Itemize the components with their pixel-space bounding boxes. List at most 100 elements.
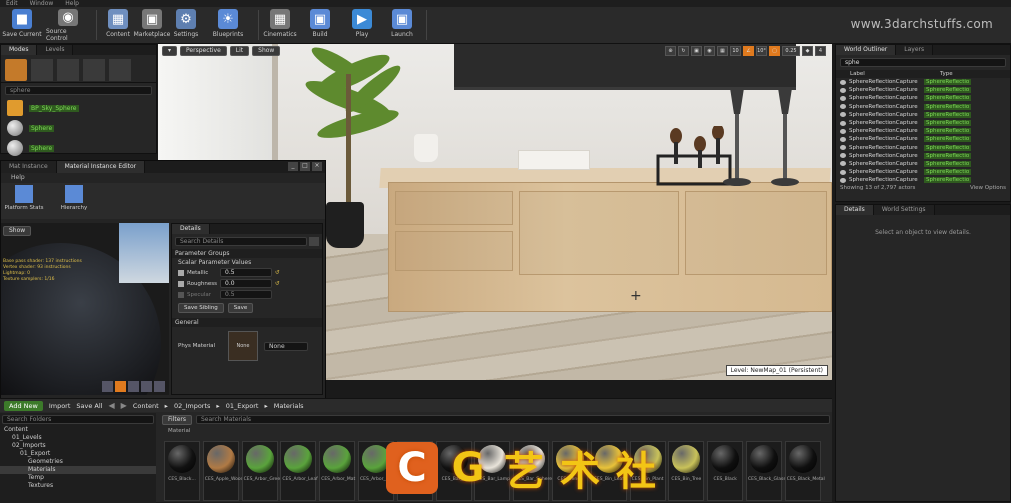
launch-button[interactable]: ▣ Launch xyxy=(380,9,424,42)
reset-icon[interactable]: ↺ xyxy=(275,270,280,276)
asset-tile[interactable]: CES_Arbor_Mat xyxy=(319,441,355,501)
list-item[interactable]: BP_Sky_Sphere xyxy=(1,98,156,118)
filters-button[interactable]: Filters xyxy=(162,415,192,425)
specular-value-input[interactable]: 0.5 xyxy=(220,290,272,299)
breadcrumb-content[interactable]: Content xyxy=(133,402,159,410)
col-type[interactable]: Type xyxy=(940,70,953,78)
sphere-icon[interactable] xyxy=(115,381,126,392)
save-sibling-button[interactable]: Save Sibling xyxy=(178,303,224,313)
eye-icon[interactable] xyxy=(840,120,846,126)
paint-mode-icon[interactable] xyxy=(31,59,53,81)
details-search-input[interactable]: Search Details xyxy=(175,237,307,246)
rotate-icon[interactable]: ↻ xyxy=(678,46,689,56)
tree-item[interactable]: 01_Levels xyxy=(0,434,156,442)
plane-icon[interactable] xyxy=(128,381,139,392)
asset-tile[interactable]: CES_Bin_Tree xyxy=(668,441,705,501)
list-item[interactable]: Sphere xyxy=(1,138,156,158)
breadcrumb-export[interactable]: 01_Export xyxy=(226,402,259,410)
editor-menu-help[interactable]: Help xyxy=(1,173,325,183)
eye-icon[interactable] xyxy=(840,169,846,175)
place-mode-icon[interactable] xyxy=(5,59,27,81)
eye-icon[interactable] xyxy=(840,177,846,183)
menu-item-help[interactable]: Help xyxy=(65,0,79,7)
breadcrumb-materials[interactable]: Materials xyxy=(274,402,304,410)
asset-tile[interactable]: CES_Black_Metal xyxy=(784,441,825,501)
foliage-mode-icon[interactable] xyxy=(83,59,105,81)
outliner-search-input[interactable]: sphe xyxy=(840,58,1006,67)
eye-icon[interactable] xyxy=(840,145,846,151)
eye-icon[interactable] xyxy=(840,112,846,118)
camera-speed-icon[interactable]: ◆ xyxy=(802,46,813,56)
settings-button[interactable]: ⚙ Settings xyxy=(164,9,208,42)
table-row[interactable]: SphereReflectionCapture SphereReflectio xyxy=(836,152,1010,160)
asset-tile[interactable]: CES_Black... xyxy=(164,441,200,501)
material-preview-viewport[interactable]: Show Base pass shader: 137 instructions … xyxy=(1,223,169,395)
import-button[interactable]: Import xyxy=(49,402,71,410)
table-row[interactable]: SphereReflectionCapture SphereReflectio xyxy=(836,111,1010,119)
eye-icon[interactable] xyxy=(840,87,846,93)
landscape-mode-icon[interactable] xyxy=(57,59,79,81)
show-button[interactable]: Show xyxy=(252,46,281,56)
tab-layers[interactable]: Layers xyxy=(896,45,934,55)
eye-icon[interactable] xyxy=(840,128,846,134)
hierarchy-button[interactable]: Hierarchy xyxy=(53,185,95,217)
scale-snap-icon[interactable]: ▢ xyxy=(769,46,780,56)
eye-icon[interactable] xyxy=(840,161,846,167)
table-row[interactable]: SphereReflectionCapture SphereReflectio xyxy=(836,144,1010,152)
translate-icon[interactable]: ⊕ xyxy=(665,46,676,56)
save-all-button[interactable]: Save All xyxy=(76,402,102,410)
scale-icon[interactable]: ▣ xyxy=(691,46,702,56)
table-row[interactable]: SphereReflectionCapture SphereReflectio xyxy=(836,135,1010,143)
table-row[interactable]: SphereReflectionCapture SphereReflectio xyxy=(836,176,1010,184)
play-button[interactable]: ▶ Play xyxy=(340,9,384,42)
table-row[interactable]: SphereReflectionCapture SphereReflectio xyxy=(836,160,1010,168)
tree-item[interactable]: Temp xyxy=(0,474,156,482)
tab-mat-instance[interactable]: Mat Instance xyxy=(1,161,57,173)
nav-forward-icon[interactable]: ▶ xyxy=(121,401,127,410)
breadcrumb-imports[interactable]: 02_Imports xyxy=(174,402,210,410)
nav-back-icon[interactable]: ◀ xyxy=(109,401,115,410)
search-folders-input[interactable]: Search Folders xyxy=(2,415,154,424)
perspective-button[interactable]: Perspective xyxy=(180,46,227,56)
phys-material-thumbnail[interactable]: None xyxy=(228,331,258,361)
viewport-options-button[interactable]: ▾ xyxy=(162,46,178,56)
details-view-icon[interactable] xyxy=(309,237,319,246)
tree-item[interactable]: Textures xyxy=(0,482,156,490)
add-new-button[interactable]: Add New xyxy=(4,400,43,411)
asset-tile[interactable]: CES_Arbor_Green xyxy=(241,441,283,501)
tab-modes[interactable]: Modes xyxy=(1,45,38,55)
source-control-button[interactable]: ◉ Source Control xyxy=(46,9,90,42)
blueprints-button[interactable]: ☀ Blueprints xyxy=(206,9,250,42)
tree-item[interactable]: 01_Export xyxy=(0,450,156,458)
cube-icon[interactable] xyxy=(141,381,152,392)
table-row[interactable]: SphereReflectionCapture SphereReflectio xyxy=(836,168,1010,176)
tree-item[interactable]: Content xyxy=(0,426,156,434)
scalar-group-header[interactable]: Scalar Parameter Values xyxy=(172,258,322,267)
modes-search-input[interactable]: sphere xyxy=(5,86,152,95)
view-options-button[interactable]: View Options xyxy=(970,185,1006,191)
col-label[interactable]: Label xyxy=(850,70,940,78)
tree-item-selected[interactable]: Materials xyxy=(0,466,156,474)
eye-icon[interactable] xyxy=(840,104,846,110)
world-icon[interactable]: ◉ xyxy=(704,46,715,56)
search-assets-input[interactable]: Search Materials xyxy=(196,415,830,424)
camera-speed-value[interactable]: 4 xyxy=(815,46,826,56)
reset-icon[interactable]: ↺ xyxy=(275,281,280,287)
grid-snap-value[interactable]: 10 xyxy=(730,46,741,56)
lit-button[interactable]: Lit xyxy=(229,46,250,56)
table-row[interactable]: SphereReflectionCapture SphereReflectio xyxy=(836,119,1010,127)
preview-show-button[interactable]: Show xyxy=(3,226,32,236)
save-child-button[interactable]: Save xyxy=(227,303,254,313)
geometry-mode-icon[interactable] xyxy=(109,59,131,81)
tab-world-outliner[interactable]: World Outliner xyxy=(836,45,897,55)
tab-material-instance-editor[interactable]: Material Instance Editor xyxy=(56,161,146,173)
asset-tile[interactable]: CES_Apple_Wood xyxy=(202,441,244,501)
eye-icon[interactable] xyxy=(840,136,846,142)
phys-material-dropdown[interactable]: None xyxy=(264,341,308,351)
asset-tile[interactable]: CES_Black_Glass xyxy=(746,441,786,501)
menu-item-window[interactable]: Window xyxy=(30,0,54,7)
maximize-icon[interactable]: □ xyxy=(300,162,310,171)
general-section-header[interactable]: General xyxy=(172,318,322,327)
metallic-value-input[interactable]: 0.5 xyxy=(220,268,272,277)
tab-levels[interactable]: Levels xyxy=(37,45,74,55)
